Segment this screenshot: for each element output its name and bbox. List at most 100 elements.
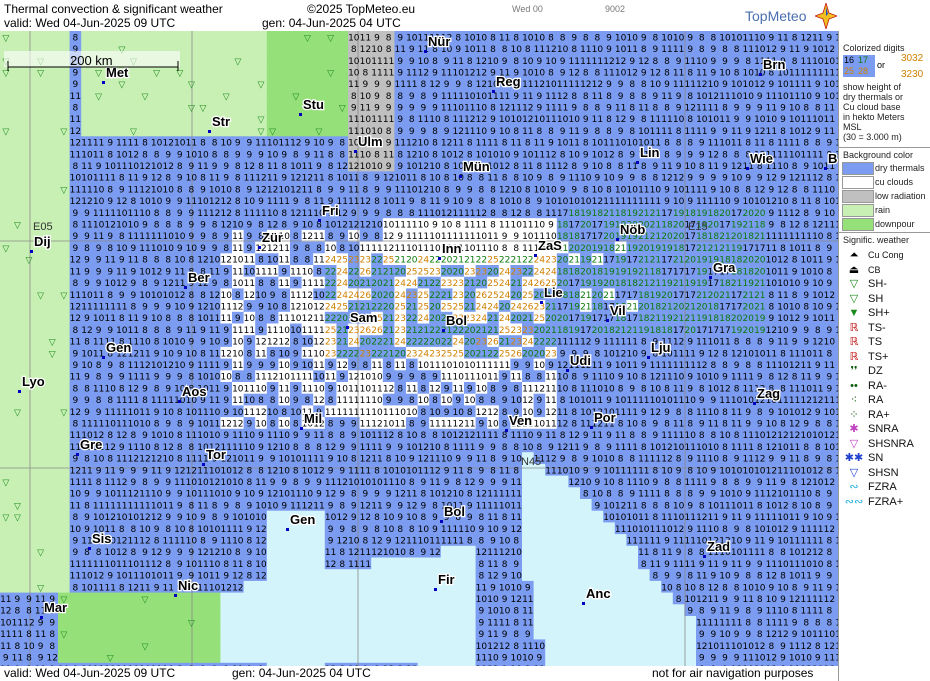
svg-text:9: 9 <box>73 68 79 78</box>
svg-text:10: 10 <box>789 127 801 137</box>
svg-text:11: 11 <box>684 127 695 137</box>
svg-text:8: 8 <box>432 127 438 137</box>
svg-text:8: 8 <box>629 127 635 137</box>
svg-text:12: 12 <box>800 33 811 43</box>
svg-text:10: 10 <box>360 57 372 67</box>
city-marker <box>540 301 543 304</box>
city-marker <box>534 254 537 257</box>
svg-text:9: 9 <box>386 185 392 195</box>
svg-text:12: 12 <box>522 115 533 125</box>
svg-text:9: 9 <box>711 174 717 184</box>
svg-text:8: 8 <box>548 68 554 78</box>
svg-text:9: 9 <box>513 150 519 160</box>
svg-text:11: 11 <box>452 57 463 67</box>
svg-text:11: 11 <box>789 92 800 102</box>
city-marker <box>442 329 445 332</box>
svg-text:10: 10 <box>603 174 615 184</box>
svg-text:11: 11 <box>267 197 278 207</box>
svg-text:9: 9 <box>409 127 415 137</box>
svg-text:10: 10 <box>510 115 522 125</box>
svg-text:11: 11 <box>661 115 672 125</box>
svg-text:11: 11 <box>568 127 579 137</box>
svg-text:8: 8 <box>653 33 659 43</box>
svg-text:10: 10 <box>708 80 720 90</box>
svg-text:11: 11 <box>70 185 81 195</box>
svg-text:12: 12 <box>476 80 487 90</box>
legend-label: cu clouds <box>875 177 913 187</box>
svg-text:8: 8 <box>421 80 427 90</box>
svg-text:8: 8 <box>595 68 601 78</box>
svg-text:11: 11 <box>394 139 405 149</box>
city-label: Zad <box>707 539 730 554</box>
svg-text:8: 8 <box>397 92 403 102</box>
svg-text:11: 11 <box>592 115 603 125</box>
svg-text:11: 11 <box>116 139 127 149</box>
svg-text:10: 10 <box>476 104 488 114</box>
svg-text:12: 12 <box>418 68 429 78</box>
city-marker <box>286 528 289 531</box>
svg-text:8: 8 <box>490 33 496 43</box>
svg-text:12: 12 <box>626 68 637 78</box>
svg-text:9: 9 <box>409 45 415 55</box>
svg-text:9: 9 <box>769 80 775 90</box>
svg-text:10: 10 <box>197 197 209 207</box>
svg-text:11: 11 <box>789 45 800 55</box>
svg-text:11: 11 <box>696 127 707 137</box>
svg-text:11: 11 <box>255 139 266 149</box>
city-label: Reg <box>496 74 521 89</box>
svg-text:8: 8 <box>339 150 345 160</box>
svg-text:9: 9 <box>676 57 682 67</box>
svg-text:10: 10 <box>116 150 128 160</box>
svg-text:10: 10 <box>476 92 488 102</box>
city-marker <box>753 402 756 405</box>
city-marker <box>318 219 321 222</box>
svg-text:12: 12 <box>615 57 626 67</box>
svg-text:12: 12 <box>800 127 811 137</box>
svg-text:10: 10 <box>719 68 731 78</box>
shower-light-icon: ▽ <box>844 278 864 291</box>
svg-text:12: 12 <box>603 57 614 67</box>
svg-text:11: 11 <box>464 127 475 137</box>
svg-text:10: 10 <box>452 104 464 114</box>
svg-text:9: 9 <box>258 150 264 160</box>
svg-text:9: 9 <box>560 185 566 195</box>
svg-text:8: 8 <box>235 185 241 195</box>
svg-text:8: 8 <box>780 127 786 137</box>
svg-text:8: 8 <box>606 162 612 172</box>
svg-text:11: 11 <box>348 185 359 195</box>
svg-text:8: 8 <box>212 139 218 149</box>
svg-text:9: 9 <box>687 33 693 43</box>
svg-text:11: 11 <box>557 80 568 90</box>
svg-text:12: 12 <box>429 80 440 90</box>
svg-text:11: 11 <box>348 150 359 160</box>
svg-text:9: 9 <box>745 127 751 137</box>
svg-text:9: 9 <box>455 80 461 90</box>
weather-map[interactable]: 8 10 11 9 8 9 10 11 11 12 8 10 10 8 11 8 10 10 8 8 9 8 8 9 10 10 9… <box>0 31 838 666</box>
svg-text:9: 9 <box>629 115 635 125</box>
svg-text:8: 8 <box>618 150 624 160</box>
svg-text:8: 8 <box>479 174 485 184</box>
svg-text:9: 9 <box>409 92 415 102</box>
svg-text:10: 10 <box>429 174 441 184</box>
topmeteo-logo[interactable]: TopMeteo <box>745 8 806 24</box>
digits-desc-line: (30 = 3.000 m) <box>843 132 902 142</box>
svg-text:9: 9 <box>165 150 171 160</box>
city-label: Lju <box>651 340 671 355</box>
city-label: Sam <box>350 310 377 325</box>
svg-text:9: 9 <box>606 33 612 43</box>
svg-text:9: 9 <box>606 45 612 55</box>
svg-text:9: 9 <box>455 45 461 55</box>
svg-text:12: 12 <box>290 185 301 195</box>
svg-text:10: 10 <box>824 80 836 90</box>
svg-text:10: 10 <box>452 174 464 184</box>
svg-text:11: 11 <box>650 115 661 125</box>
svg-text:8: 8 <box>316 185 322 195</box>
digits-desc-line: Cu cloud base <box>843 102 901 112</box>
city-label: Lie <box>544 285 563 300</box>
footer-generated-time: gen: 04-Jun-2025 04 UTC <box>232 666 371 680</box>
shower-icon: ▽ <box>844 293 864 306</box>
svg-text:8: 8 <box>664 150 670 160</box>
svg-text:11: 11 <box>522 162 533 172</box>
legend-sig-cb: ⏏ CB <box>842 264 930 277</box>
svg-text:9: 9 <box>107 139 113 149</box>
